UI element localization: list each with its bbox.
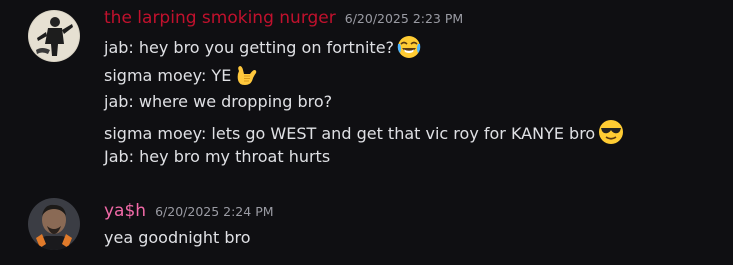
username[interactable]: ya$h bbox=[104, 201, 146, 221]
message-text: jab: hey bro you getting on fortnite? bbox=[104, 38, 395, 57]
message-line: yea goodnight bro bbox=[104, 227, 251, 249]
avatar[interactable] bbox=[28, 198, 80, 250]
message-text: yea goodnight bro bbox=[104, 228, 251, 247]
joy-emoji-icon[interactable] bbox=[397, 35, 421, 65]
message-header: ya$h 6/20/2025 2:24 PM bbox=[104, 200, 274, 222]
timestamp[interactable]: 6/20/2025 2:23 PM bbox=[345, 11, 463, 26]
person-photo-avatar-icon bbox=[28, 198, 80, 250]
username[interactable]: the larping smoking nurger bbox=[104, 8, 336, 28]
message-group: the larping smoking nurger 6/20/2025 2:23… bbox=[0, 0, 733, 180]
silhouette-figure-avatar-icon bbox=[28, 10, 80, 62]
message-line: Jab: hey bro my throat hurts bbox=[104, 146, 330, 168]
message-text: sigma moey: lets go WEST and get that vi… bbox=[104, 124, 596, 143]
message-line: jab: hey bro you getting on fortnite? bbox=[104, 35, 421, 65]
message-header: the larping smoking nurger 6/20/2025 2:23… bbox=[104, 7, 463, 29]
sunglasses-emoji-icon[interactable] bbox=[598, 119, 624, 151]
message-text: jab: where we dropping bro? bbox=[104, 92, 333, 111]
message-group: ya$h 6/20/2025 2:24 PM yea goodnight bro bbox=[0, 190, 733, 265]
message-text: sigma moey: YE bbox=[104, 66, 232, 85]
message-line: jab: where we dropping bro? bbox=[104, 91, 332, 113]
call-me-hand-emoji-icon[interactable] bbox=[234, 63, 258, 93]
message-text: Jab: hey bro my throat hurts bbox=[104, 147, 331, 166]
timestamp[interactable]: 6/20/2025 2:24 PM bbox=[155, 204, 273, 219]
message-line: sigma moey: YE bbox=[104, 63, 258, 93]
avatar[interactable] bbox=[28, 10, 80, 62]
